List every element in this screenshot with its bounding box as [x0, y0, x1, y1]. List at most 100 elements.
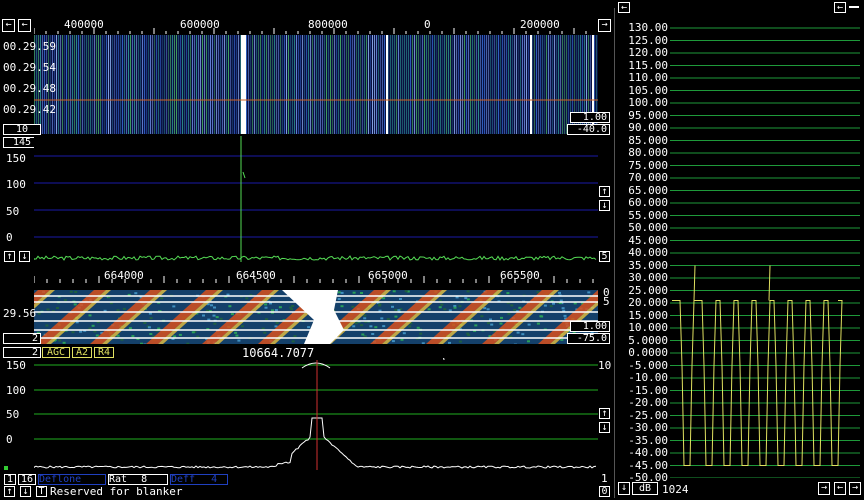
- side-left-button[interactable]: ←: [834, 482, 846, 495]
- status-letter-box[interactable]: T: [36, 486, 47, 497]
- spectrum-up-button[interactable]: ↑: [599, 186, 610, 197]
- zoom-up-button[interactable]: ↑: [4, 251, 15, 262]
- side-y-label: 115.00: [628, 58, 668, 72]
- a2-button[interactable]: A2: [72, 347, 92, 358]
- status-field-1[interactable]: Deflone: [38, 474, 106, 485]
- bottom-left-box[interactable]: 2: [3, 347, 41, 358]
- waterfall-zero-box[interactable]: -40.0: [567, 124, 610, 135]
- waterfall-time-label: 00.29.59: [3, 40, 56, 53]
- side-y-label: -10.00: [628, 371, 668, 384]
- mid-zero-box[interactable]: -75.0: [567, 333, 610, 344]
- side-y-label: 75.000: [628, 158, 668, 172]
- top-freq-label: 0: [424, 18, 431, 31]
- status-box-1[interactable]: 1: [4, 474, 16, 485]
- side-y-label: 65.000: [628, 183, 668, 197]
- spectrum-y-tick: 100: [6, 178, 26, 191]
- spectrum-down-button[interactable]: ↓: [599, 200, 610, 211]
- top-waterfall[interactable]: [34, 35, 598, 134]
- bottom-spectrum-y-tick: 150: [6, 359, 26, 372]
- averaging-box[interactable]: 10: [3, 124, 41, 135]
- side-y-label: 100.00: [628, 96, 668, 109]
- bottom-down-button[interactable]: ↓: [599, 422, 610, 433]
- side-end-button[interactable]: →: [849, 482, 861, 495]
- side-y-label: -40.00: [628, 446, 668, 459]
- mid-freq-label: 664000: [104, 269, 144, 282]
- unit-button[interactable]: dB: [632, 482, 658, 495]
- side-y-label: -30.00: [628, 421, 668, 434]
- side-y-label: -35.00: [628, 433, 668, 447]
- status-field-2[interactable]: Deff 4: [170, 474, 228, 485]
- side-y-label: 0.0000: [628, 346, 668, 359]
- side-y-label: 90.000: [628, 121, 668, 134]
- rat-control[interactable]: Rat 8: [108, 474, 168, 485]
- bottom-spectrum-y-tick: 100: [6, 384, 26, 397]
- mid-freq-label: 665000: [368, 269, 408, 282]
- side-y-label: -5.000: [628, 358, 668, 372]
- side-y-label: 25.000: [628, 283, 668, 297]
- side-y-label: 110.00: [628, 71, 668, 84]
- waterfall-gain-box[interactable]: 1.00: [570, 112, 610, 123]
- side-y-label: 35.000: [628, 258, 668, 272]
- scroll-left-button[interactable]: ←: [2, 19, 15, 32]
- side-y-label: -25.00: [628, 408, 668, 422]
- side-y-label: 20.000: [628, 296, 668, 309]
- zoom-down-button[interactable]: ↓: [19, 251, 30, 262]
- spectrum-avg-box[interactable]: 5: [599, 251, 610, 262]
- activity-indicator: [4, 466, 8, 470]
- mid-left-box[interactable]: 2: [3, 333, 41, 344]
- mid-right-tick-5: 5: [603, 295, 610, 308]
- side-y-label: 45.000: [628, 233, 668, 247]
- side-y-label: 80.000: [628, 146, 668, 159]
- side-y-label: 85.000: [628, 133, 668, 147]
- side-axis-line: [614, 8, 615, 498]
- side-right-button[interactable]: →: [818, 482, 830, 495]
- side-y-label: 55.000: [628, 208, 668, 222]
- side-y-label: 60.000: [628, 196, 668, 209]
- top-freq-label: 600000: [180, 18, 220, 31]
- status-field-2-value: 4: [211, 474, 218, 485]
- mid-gain-box[interactable]: 1.00: [570, 321, 610, 332]
- status-box-2[interactable]: 16: [18, 474, 36, 485]
- top-freq-label: 400000: [64, 18, 104, 31]
- waterfall-time-label: 00.29.42: [3, 103, 56, 116]
- rat-label: Rat: [109, 474, 128, 485]
- side-y-label: 105.00: [628, 83, 668, 97]
- side-y-label: 30.000: [628, 271, 668, 284]
- status-down-button[interactable]: ↓: [20, 486, 31, 497]
- r4-button[interactable]: R4: [94, 347, 114, 358]
- mid-waterfall[interactable]: [34, 290, 598, 344]
- side-top-right-mark: [849, 6, 859, 8]
- bottom-spectrum-y-tick: 50: [6, 408, 20, 421]
- sample-count: 1024: [662, 483, 689, 496]
- spectrum-y-tick: 50: [6, 205, 20, 218]
- time-trace-plot[interactable]: [670, 20, 860, 478]
- side-y-label: 70.000: [628, 171, 668, 184]
- bottom-right-bottom-value: 1: [601, 472, 608, 485]
- agc-button[interactable]: AGC: [42, 347, 70, 358]
- bottom-up-button[interactable]: ↑: [599, 408, 610, 419]
- side-y-label: 10.000: [628, 321, 668, 334]
- side-top-right-button[interactable]: ←: [834, 2, 846, 13]
- side-y-label: -15.00: [628, 383, 668, 397]
- status-up-button[interactable]: ↑: [4, 486, 15, 497]
- top-freq-label: 800000: [308, 18, 348, 31]
- side-y-label: 130.00: [628, 21, 668, 34]
- side-y-label: -45.00: [628, 458, 668, 472]
- spectrum-y-tick: 0: [6, 231, 13, 244]
- side-down-button[interactable]: ↓: [618, 482, 630, 495]
- scroll-right-button[interactable]: ←: [18, 19, 31, 32]
- bottom-right-corner-box[interactable]: 0: [599, 486, 610, 497]
- bottom-right-top-value: 10: [598, 359, 612, 372]
- side-y-label: 120.00: [628, 46, 668, 59]
- top-freq-label: 200000: [520, 18, 560, 31]
- side-y-label: -20.00: [628, 396, 668, 409]
- spectrum-y-tick: 150: [6, 152, 26, 165]
- side-y-label: 50.000: [628, 221, 668, 234]
- bottom-spectrum[interactable]: [34, 358, 598, 472]
- mid-waterfall-time: 29.56: [3, 307, 37, 320]
- top-spectrum[interactable]: [34, 136, 598, 264]
- side-y-label: 40.000: [628, 246, 668, 259]
- side-close-button[interactable]: ←: [618, 2, 630, 13]
- scroll-end-button[interactable]: →: [598, 19, 611, 32]
- side-y-label: 125.00: [628, 33, 668, 47]
